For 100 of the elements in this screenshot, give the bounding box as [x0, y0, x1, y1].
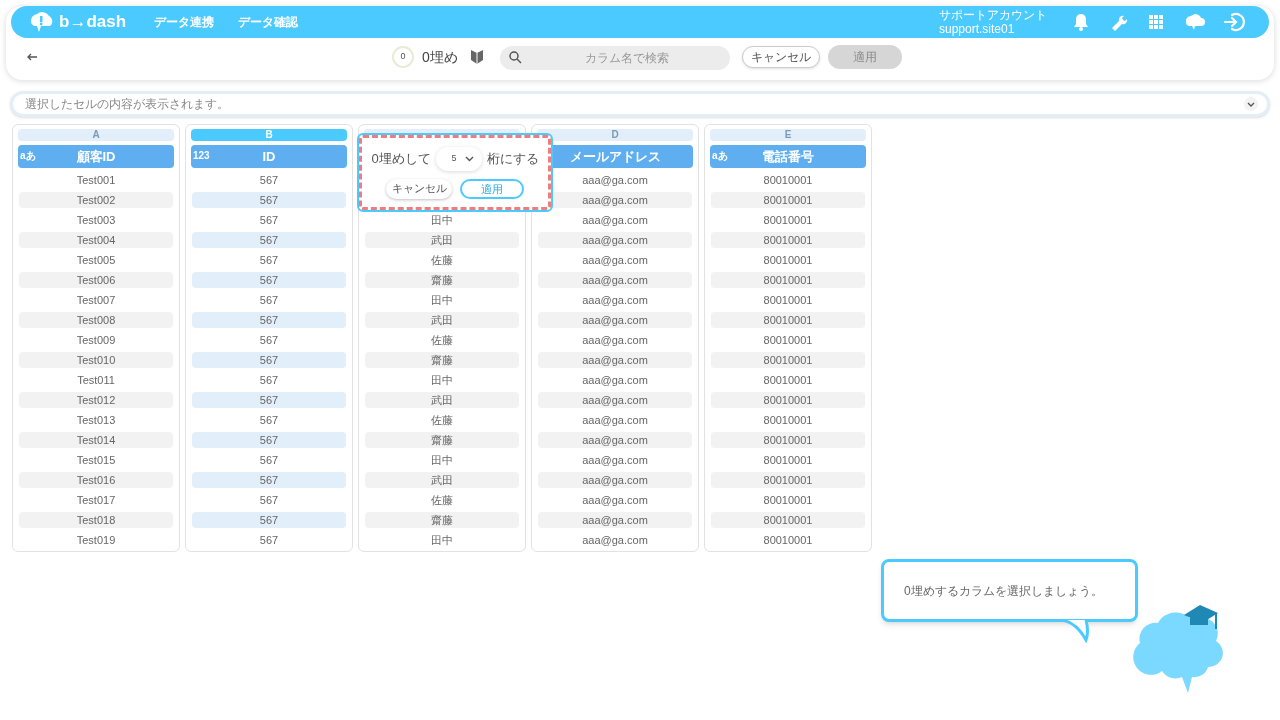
table-cell[interactable]: aaa@ga.com: [538, 492, 692, 508]
table-cell[interactable]: Test012: [19, 392, 173, 408]
table-cell[interactable]: 佐藤: [365, 492, 519, 508]
table-cell[interactable]: 567: [192, 212, 346, 228]
table-cell[interactable]: Test017: [19, 492, 173, 508]
table-cell[interactable]: Test018: [19, 512, 173, 528]
table-cell[interactable]: aaa@ga.com: [538, 232, 692, 248]
table-cell[interactable]: aaa@ga.com: [538, 452, 692, 468]
table-cell[interactable]: 80010001: [711, 472, 865, 488]
table-cell[interactable]: 武田: [365, 232, 519, 248]
table-cell[interactable]: 567: [192, 252, 346, 268]
cancel-button[interactable]: キャンセル: [386, 178, 452, 199]
table-cell[interactable]: Test009: [19, 332, 173, 348]
table-cell[interactable]: 567: [192, 312, 346, 328]
table-cell[interactable]: 田中: [365, 452, 519, 468]
table-cell[interactable]: Test011: [19, 372, 173, 388]
table-cell[interactable]: aaa@ga.com: [538, 272, 692, 288]
table-cell[interactable]: 齋藤: [365, 272, 519, 288]
table-cell[interactable]: 567: [192, 492, 346, 508]
table-cell[interactable]: 80010001: [711, 452, 865, 468]
table-cell[interactable]: aaa@ga.com: [538, 372, 692, 388]
table-cell[interactable]: 佐藤: [365, 252, 519, 268]
table-cell[interactable]: 齋藤: [365, 432, 519, 448]
search-field[interactable]: カラム名で検索: [499, 45, 730, 70]
table-cell[interactable]: 齋藤: [365, 512, 519, 528]
digits-select[interactable]: 5: [435, 146, 482, 171]
table-cell[interactable]: 80010001: [711, 392, 865, 408]
table-cell[interactable]: aaa@ga.com: [538, 252, 692, 268]
table-cell[interactable]: Test008: [19, 312, 173, 328]
table-cell[interactable]: 567: [192, 472, 346, 488]
table-cell[interactable]: 80010001: [711, 312, 865, 328]
cell-preview-field[interactable]: 選択したセルの内容が表示されます。: [10, 91, 1270, 117]
table-cell[interactable]: 567: [192, 512, 346, 528]
table-cell[interactable]: 佐藤: [365, 412, 519, 428]
table-cell[interactable]: Test005: [19, 252, 173, 268]
cancel-button[interactable]: キャンセル: [741, 46, 820, 68]
table-cell[interactable]: 567: [192, 392, 346, 408]
table-cell[interactable]: Test016: [19, 472, 173, 488]
table-cell[interactable]: 567: [192, 332, 346, 348]
chevron-down-icon[interactable]: [1244, 97, 1258, 111]
table-cell[interactable]: aaa@ga.com: [538, 392, 692, 408]
table-cell[interactable]: 567: [192, 352, 346, 368]
table-cell[interactable]: 567: [192, 452, 346, 468]
data-column[interactable]: A aあ 顧客ID Test001 Test002 Test003 Test004 Test005 Test006 Test007 Test008 Test009 Test010 Test011 Test012 Test013 Test014 Test015 Test016 Test017 Test018 Test019: [12, 124, 180, 552]
table-cell[interactable]: 80010001: [711, 532, 865, 548]
table-cell[interactable]: aaa@ga.com: [538, 532, 692, 548]
table-cell[interactable]: Test014: [19, 432, 173, 448]
table-cell[interactable]: 田中: [365, 212, 519, 228]
table-cell[interactable]: 567: [192, 172, 346, 188]
table-cell[interactable]: Test015: [19, 452, 173, 468]
table-cell[interactable]: 567: [192, 232, 346, 248]
table-cell[interactable]: 80010001: [711, 412, 865, 428]
data-column[interactable]: E aあ 電話番号 80010001 80010001 80010001 80010001 80010001 80010001 80010001 80010001 80010001 80010001 80010001 80010001 80010001 80010001 80010001 80010001 80010001 80010001 80010001: [704, 124, 872, 552]
table-cell[interactable]: 80010001: [711, 172, 865, 188]
cloud-icon[interactable]: [1183, 12, 1205, 32]
table-cell[interactable]: 567: [192, 292, 346, 308]
grid-icon[interactable]: [1147, 13, 1165, 31]
table-cell[interactable]: 齋藤: [365, 352, 519, 368]
table-cell[interactable]: Test002: [19, 192, 173, 208]
table-cell[interactable]: 567: [192, 412, 346, 428]
back-icon[interactable]: [26, 51, 38, 63]
table-cell[interactable]: 武田: [365, 312, 519, 328]
table-cell[interactable]: 80010001: [711, 352, 865, 368]
table-cell[interactable]: aaa@ga.com: [538, 472, 692, 488]
table-cell[interactable]: 武田: [365, 392, 519, 408]
table-cell[interactable]: Test013: [19, 412, 173, 428]
table-cell[interactable]: Test001: [19, 172, 173, 188]
table-cell[interactable]: 田中: [365, 292, 519, 308]
table-cell[interactable]: 80010001: [711, 192, 865, 208]
table-cell[interactable]: 80010001: [711, 252, 865, 268]
table-cell[interactable]: aaa@ga.com: [538, 212, 692, 228]
table-cell[interactable]: 567: [192, 372, 346, 388]
table-cell[interactable]: 567: [192, 272, 346, 288]
table-cell[interactable]: 田中: [365, 372, 519, 388]
table-cell[interactable]: 80010001: [711, 492, 865, 508]
table-cell[interactable]: Test006: [19, 272, 173, 288]
data-column[interactable]: B 123 ID 567 567 567 567 567 567 567 567 567 567 567 567 567 567 567 567 567 567 567: [185, 124, 353, 552]
table-cell[interactable]: 80010001: [711, 292, 865, 308]
table-cell[interactable]: aaa@ga.com: [538, 512, 692, 528]
table-cell[interactable]: Test010: [19, 352, 173, 368]
table-cell[interactable]: 佐藤: [365, 332, 519, 348]
table-cell[interactable]: aaa@ga.com: [538, 312, 692, 328]
table-cell[interactable]: 80010001: [711, 372, 865, 388]
table-cell[interactable]: 80010001: [711, 512, 865, 528]
table-cell[interactable]: aaa@ga.com: [538, 332, 692, 348]
logout-icon[interactable]: [1223, 12, 1245, 32]
table-cell[interactable]: Test007: [19, 292, 173, 308]
table-cell[interactable]: aaa@ga.com: [538, 432, 692, 448]
table-cell[interactable]: aaa@ga.com: [538, 352, 692, 368]
table-cell[interactable]: Test003: [19, 212, 173, 228]
table-cell[interactable]: Test019: [19, 532, 173, 548]
table-cell[interactable]: 80010001: [711, 432, 865, 448]
table-cell[interactable]: 田中: [365, 532, 519, 548]
table-cell[interactable]: 80010001: [711, 232, 865, 248]
table-cell[interactable]: 80010001: [711, 272, 865, 288]
table-cell[interactable]: aaa@ga.com: [538, 292, 692, 308]
table-cell[interactable]: aaa@ga.com: [538, 412, 692, 428]
table-cell[interactable]: Test004: [19, 232, 173, 248]
table-cell[interactable]: 武田: [365, 472, 519, 488]
table-cell[interactable]: 567: [192, 192, 346, 208]
